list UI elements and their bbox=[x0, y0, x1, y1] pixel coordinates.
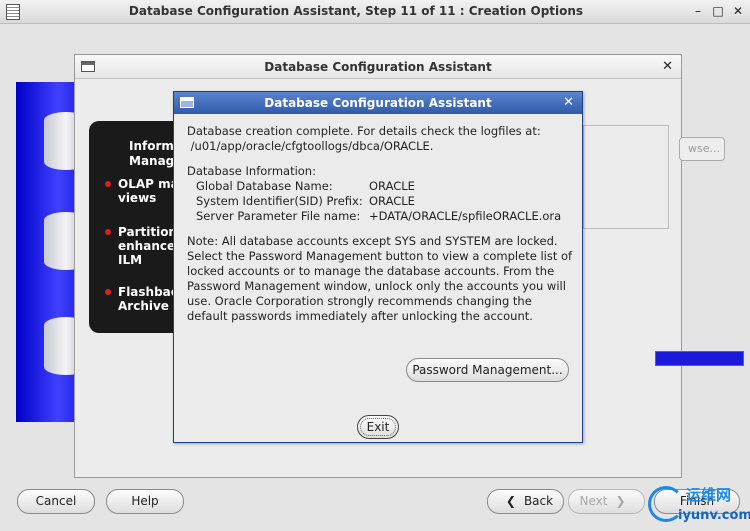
note-text: Note: All database accounts except SYS a… bbox=[187, 234, 572, 324]
logfile-path: /u01/app/oracle/cfgtoollogs/dbca/ORACLE. bbox=[187, 139, 434, 153]
background-dialog-title: Database Configuration Assistant bbox=[264, 60, 492, 74]
main-title-bar: Database Configuration Assistant, Step 1… bbox=[0, 0, 750, 24]
note-line: use. Oracle Corporation strongly recomme… bbox=[187, 294, 532, 308]
progress-bar bbox=[655, 351, 744, 366]
back-button-label: Back bbox=[523, 494, 554, 508]
info-key: Server Parameter File name: bbox=[196, 209, 361, 223]
feature-item-line: enhancer bbox=[118, 239, 182, 253]
bullet-icon bbox=[105, 289, 111, 295]
note-line: default passwords immediately after unlo… bbox=[187, 309, 533, 323]
cancel-button[interactable]: Cancel bbox=[17, 489, 95, 514]
minimize-button[interactable]: – bbox=[690, 3, 706, 19]
note-line: Password Management window, unlock only … bbox=[187, 279, 566, 293]
creation-complete-dialog: Database Configuration Assistant ✕ Datab… bbox=[173, 91, 583, 443]
info-value: ORACLE bbox=[369, 194, 415, 208]
info-key: System Identifier(SID) Prefix: bbox=[196, 194, 363, 208]
options-group-box bbox=[583, 125, 669, 229]
dialog-title-bar: Database Configuration Assistant ✕ bbox=[174, 92, 582, 114]
dialog-body: Database creation complete. For details … bbox=[174, 114, 582, 442]
background-dialog-title-bar: Database Configuration Assistant ✕ bbox=[75, 55, 681, 79]
feature-item-line: Partitioni bbox=[118, 225, 182, 239]
background-dialog-close-button[interactable]: ✕ bbox=[662, 59, 673, 74]
feature-item-line: views bbox=[118, 191, 157, 205]
exit-button[interactable]: Exit bbox=[357, 415, 399, 439]
next-button[interactable]: Next ❯ bbox=[568, 489, 645, 514]
note-line: Select the Password Management button to… bbox=[187, 249, 573, 263]
maximize-button[interactable]: □ bbox=[710, 3, 726, 19]
feature-panel: Informa Manage OLAP ma views Partitioni … bbox=[89, 121, 185, 333]
dialog-title: Database Configuration Assistant bbox=[264, 96, 492, 110]
watermark-url: iyunv.com bbox=[678, 508, 750, 523]
info-heading: Database Information: bbox=[187, 164, 316, 178]
window-title: Database Configuration Assistant, Step 1… bbox=[128, 4, 584, 18]
feature-item: Flashbacl Archive bbox=[105, 285, 182, 313]
feature-item: OLAP ma views bbox=[105, 177, 179, 205]
completion-message: Database creation complete. For details … bbox=[187, 124, 541, 154]
watermark-logo: 运维网 iyunv.com bbox=[648, 484, 750, 528]
info-value: +DATA/ORACLE/spfileORACLE.ora bbox=[369, 209, 562, 223]
bullet-icon bbox=[105, 181, 111, 187]
chevron-left-icon: ❮ bbox=[505, 494, 516, 508]
next-button-label: Next bbox=[579, 494, 608, 508]
help-button[interactable]: Help bbox=[106, 489, 184, 514]
back-button[interactable]: ❮ Back bbox=[487, 489, 564, 514]
feature-item-line: ILM bbox=[118, 253, 143, 267]
chevron-right-icon: ❯ bbox=[615, 494, 626, 508]
watermark-cn-text: 运维网 bbox=[686, 486, 732, 504]
info-value: ORACLE bbox=[369, 179, 415, 193]
feature-item: Partitioni enhancer ILM bbox=[105, 225, 181, 267]
dialog-close-button[interactable]: ✕ bbox=[563, 95, 574, 110]
completion-line: Database creation complete. For details … bbox=[187, 124, 541, 138]
password-management-button[interactable]: Password Management... bbox=[406, 358, 569, 382]
feature-item-line: OLAP ma bbox=[118, 177, 179, 191]
note-line: locked accounts or to manage the databas… bbox=[187, 264, 555, 278]
browse-button[interactable]: wse... bbox=[679, 137, 725, 161]
note-line: Note: All database accounts except SYS a… bbox=[187, 234, 558, 248]
info-key: Global Database Name: bbox=[196, 179, 333, 193]
window-close-button[interactable]: ✕ bbox=[730, 3, 746, 19]
bullet-icon bbox=[105, 229, 111, 235]
